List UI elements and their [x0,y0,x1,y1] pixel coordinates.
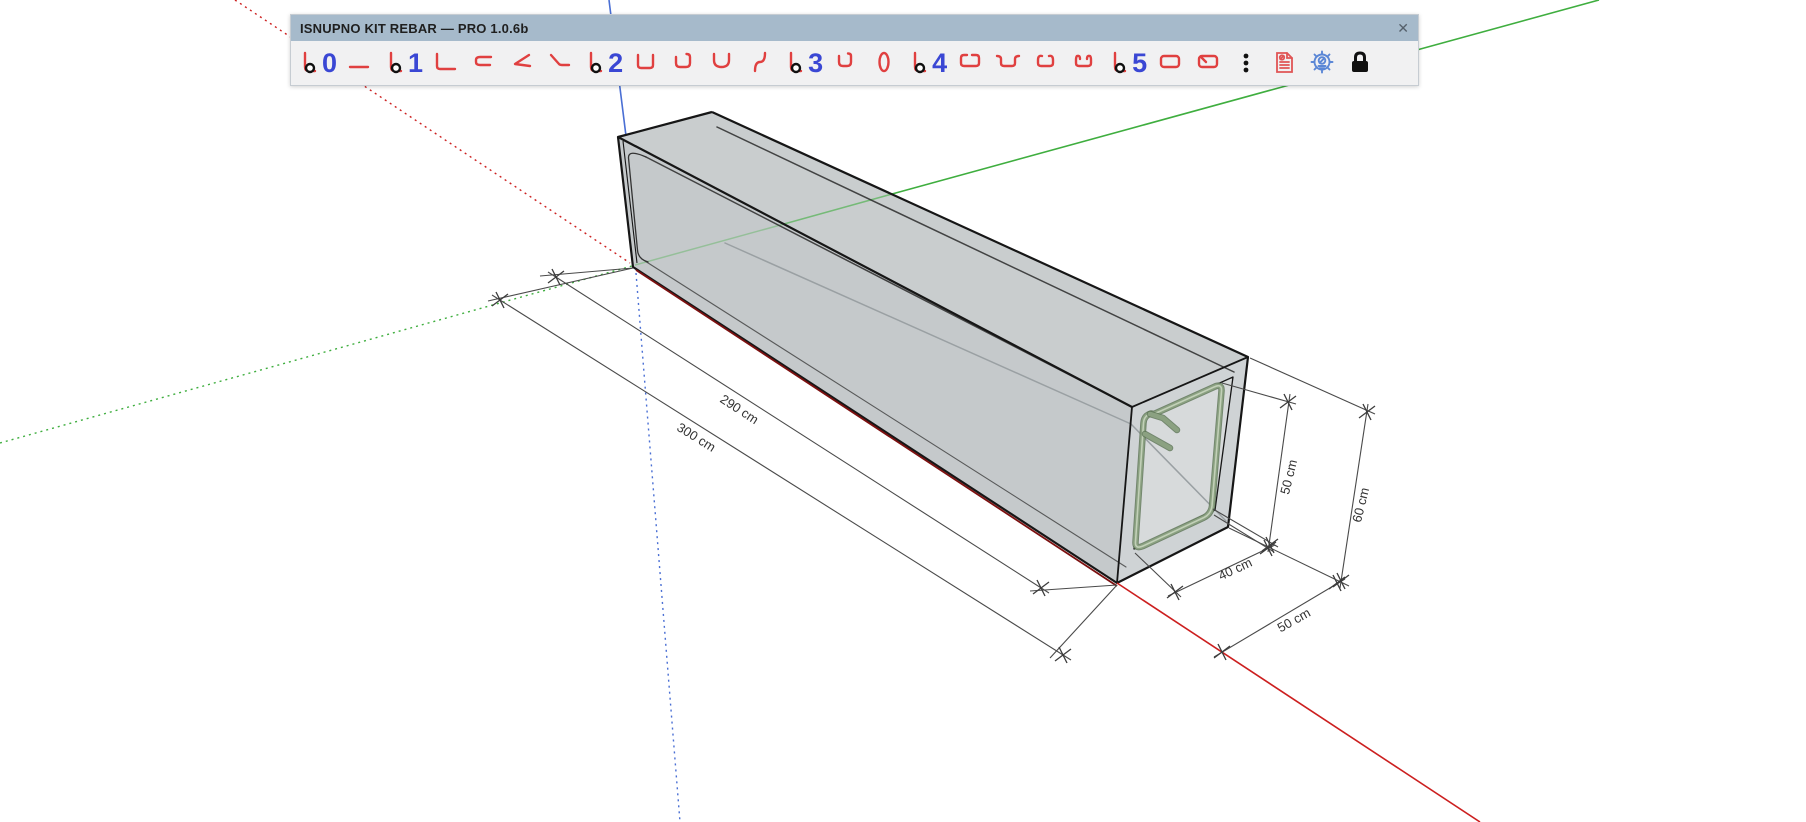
u-hooks2-icon [1069,48,1099,78]
group-number-label: 5 [1132,48,1147,78]
straight-icon [345,48,375,78]
group-number-label: 4 [932,48,947,78]
bar-pill-button[interactable] [869,43,899,83]
rect-open-icon [955,48,985,78]
j-round-icon [831,48,861,78]
u-square-icon [631,48,661,78]
lock-button[interactable] [1345,43,1375,83]
rebar-group-5-button[interactable]: 5 [1107,43,1147,83]
rebar-group-4-button[interactable]: 4 [907,43,947,83]
rect-closed-icon [1155,48,1185,78]
bar-s-curve-button[interactable] [745,43,775,83]
stirrup-u-hooks-button[interactable] [1031,43,1061,83]
rebar-group-2-button[interactable]: 2 [583,43,623,83]
pill-icon [869,48,899,78]
stirrup-open-rect-button[interactable] [955,43,985,83]
bar-angle-button[interactable] [507,43,537,83]
u-flared-icon [993,48,1023,78]
bar-j-hook-button[interactable] [669,43,699,83]
3d-viewport[interactable]: 290 cm 300 cm 50 cm 60 cm 40 cm 50 cm [0,0,1806,822]
stirrup-closed-rect-button[interactable] [1155,43,1185,83]
corner-slope-icon [545,48,575,78]
stirrup-u-hooks2-button[interactable] [1069,43,1099,83]
report-document-button[interactable] [1269,43,1299,83]
u-round-icon [707,48,737,78]
rebar-toolbar-window[interactable]: ISNUPNO KIT REBAR — PRO 1.0.6b ✕ 0 1 2 3 4 5 [290,14,1419,86]
l-corner-icon [431,48,461,78]
axes-dotted [0,0,680,822]
sketchup-canvas[interactable]: 290 cm 300 cm 50 cm 60 cm 40 cm 50 cm IS… [0,0,1806,822]
toolbar-title: ISNUPNO KIT REBAR — PRO 1.0.6b [300,21,528,36]
c-shape-icon [469,48,499,78]
lock-icon [1345,48,1375,78]
rebar-group-3-button[interactable]: 3 [783,43,823,83]
u-hooks-icon [1031,48,1061,78]
settings-gear-button[interactable] [1307,43,1337,83]
group-number-label: 0 [322,48,337,78]
doc-icon [1269,48,1299,78]
s-curve-icon [745,48,775,78]
bar-u-round-button[interactable] [707,43,737,83]
bar-corner-slope-button[interactable] [545,43,575,83]
rect-hook-icon [1193,48,1223,78]
bar-c-shape-button[interactable] [469,43,499,83]
gear-icon [1307,48,1337,78]
group-number-label: 2 [608,48,623,78]
dim-label-60v: 60 cm [1349,486,1372,524]
angle-icon [507,48,537,78]
bar-l-corner-button[interactable] [431,43,461,83]
close-icon[interactable]: ✕ [1397,21,1409,35]
j-hook-icon [669,48,699,78]
group-number-label: 3 [808,48,823,78]
bar-j-round-button[interactable] [831,43,861,83]
toolbar-titlebar[interactable]: ISNUPNO KIT REBAR — PRO 1.0.6b ✕ [291,15,1418,41]
dim-label-290: 290 cm [717,391,761,427]
bar-u-square-button[interactable] [631,43,661,83]
stirrup-u-flared-button[interactable] [993,43,1023,83]
rebar-group-1-button[interactable]: 1 [383,43,423,83]
group-number-label: 1 [408,48,423,78]
rebar-group-0-button[interactable]: 0 [297,43,337,83]
dim-label-40h: 40 cm [1216,555,1254,584]
kebab-icon [1231,48,1261,78]
toolbar-buttons-row: 0 1 2 3 4 5 [291,41,1418,85]
bar-straight-button[interactable] [345,43,375,83]
dim-label-300: 300 cm [674,420,718,455]
stirrup-rect-hook-button[interactable] [1193,43,1223,83]
more-options-kebab-button[interactable] [1231,43,1261,83]
